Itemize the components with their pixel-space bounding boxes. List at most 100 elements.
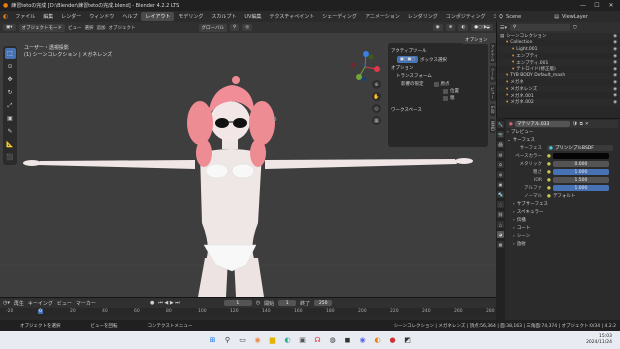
grid-icon[interactable]: ▦: [372, 116, 381, 125]
menu-timeline-view[interactable]: ビュー: [57, 300, 72, 307]
minimize-button[interactable]: —: [576, 2, 590, 9]
task-view-icon[interactable]: ▭: [237, 335, 248, 346]
menu-view[interactable]: ビュー: [68, 25, 82, 31]
move-tool-icon[interactable]: ✥: [5, 74, 16, 85]
outliner-item[interactable]: ▾ TYB BODY Default_mash ◉: [497, 72, 620, 80]
subsection-header[interactable]: › サブサーフェス: [507, 200, 618, 208]
fake-user-icon[interactable]: 🛡: [572, 122, 578, 127]
subsection-header[interactable]: › 伝播: [507, 216, 618, 224]
subsection-header[interactable]: › スペキュラー: [507, 208, 618, 216]
visibility-eye-icon[interactable]: ◉: [613, 93, 617, 98]
active-tool-header[interactable]: アクティブツール: [391, 48, 485, 54]
app-icon[interactable]: ◍: [327, 335, 338, 346]
visibility-eye-icon[interactable]: ◉: [613, 80, 617, 85]
socket-dot-icon[interactable]: ●: [547, 154, 551, 159]
start-frame-field[interactable]: 1: [278, 300, 297, 306]
socket-dot-icon[interactable]: ●: [547, 170, 551, 175]
annotate-tool-icon[interactable]: ✎: [5, 126, 16, 137]
pan-hand-icon[interactable]: ✋: [372, 92, 381, 101]
timeline-ruler[interactable]: -20 0 20 40 60 80 100 120 140 160 180 200 220 240 260 2…: [0, 308, 496, 316]
end-frame-field[interactable]: 250: [314, 300, 333, 306]
workspace-tab-layout[interactable]: レイアウト: [141, 12, 175, 21]
workspace-tab-texture-paint[interactable]: テクスチャペイント: [265, 12, 318, 21]
menu-playback[interactable]: 再生: [14, 300, 24, 307]
visibility-eye-icon[interactable]: ◉: [613, 54, 617, 59]
data-props-icon[interactable]: △: [497, 221, 504, 228]
origins-checkbox[interactable]: [433, 81, 439, 87]
copy-material-icon[interactable]: ⧉: [580, 121, 583, 127]
base-color-swatch[interactable]: [552, 153, 609, 159]
material-props-icon[interactable]: ◕: [497, 231, 504, 238]
cursor-tool-icon[interactable]: ⊙: [5, 61, 16, 72]
outliner-item[interactable]: ▾ Light.001 ◉: [497, 46, 620, 53]
system-tray[interactable]: 15:03 2024/11/24: [586, 334, 612, 346]
filter-icon[interactable]: ⛉: [573, 25, 577, 31]
workspace-tab-animation[interactable]: アニメーション: [361, 12, 404, 21]
transform-orientation-select[interactable]: グローバル: [198, 23, 227, 32]
store-icon[interactable]: ▣: [297, 335, 308, 346]
start-menu-icon[interactable]: ⊞: [207, 335, 218, 346]
transform-header[interactable]: トランスフォーム: [391, 73, 485, 79]
transform-tool-icon[interactable]: ▣: [5, 113, 16, 124]
close-button[interactable]: ✕: [604, 2, 618, 9]
visibility-eye-icon[interactable]: ◉: [613, 60, 617, 65]
parents-checkbox[interactable]: [443, 95, 448, 101]
outliner-item[interactable]: ▾ メガネレンズ ◉: [497, 85, 620, 93]
shader-input-field[interactable]: 1.000: [552, 185, 609, 191]
tab-item[interactable]: アイテム: [489, 43, 496, 63]
subsection-header[interactable]: › コート: [507, 224, 618, 232]
workspace-tab-compositing[interactable]: コンポジティング: [442, 12, 490, 21]
discord-icon[interactable]: ◉: [357, 335, 368, 346]
workspace-tab-sculpt[interactable]: スカルプト: [207, 12, 240, 21]
record-icon[interactable]: ●: [150, 300, 154, 306]
shading-mode-icon[interactable]: ●○◑◒: [471, 24, 493, 31]
subsection-header[interactable]: › 放射: [507, 240, 618, 248]
workspace-tab-shading[interactable]: シェーディング: [318, 12, 361, 21]
select-mode-icons[interactable]: ◼◻◼◻: [397, 56, 418, 63]
surface-shader-select[interactable]: ● プリンシプルBSDF: [547, 145, 613, 151]
outliner-editor-icon[interactable]: ☰▾: [500, 25, 507, 31]
scene-props-icon[interactable]: ⛭: [497, 161, 504, 168]
search-icon[interactable]: ⚲: [222, 335, 233, 346]
rotate-tool-icon[interactable]: ↻: [5, 87, 16, 98]
game-icon[interactable]: ●: [387, 335, 398, 346]
tool-props-icon[interactable]: 🔧: [497, 121, 504, 128]
overlay-toggle-icon[interactable]: ◐: [458, 24, 469, 31]
outliner-item[interactable]: ▾ エンプティ.001 ◉: [497, 59, 620, 66]
select-box-tool-icon[interactable]: ⬚: [4, 48, 16, 59]
outliner-item[interactable]: ▤ シーンコレクション ◉: [497, 33, 620, 40]
mode-select[interactable]: オブジェクトモード: [18, 23, 66, 32]
tab-mmd[interactable]: MMD: [490, 118, 495, 133]
playback-controls[interactable]: ⏮ ◀ ▶ ⏭: [158, 300, 179, 306]
tab-tool[interactable]: ツール: [489, 66, 496, 82]
proportional-edit-icon[interactable]: ◎: [242, 24, 253, 31]
editor-type-button[interactable]: ▣▾: [3, 24, 16, 31]
chrome-icon[interactable]: ◉: [252, 335, 263, 346]
misc-app-icon[interactable]: ◩: [402, 335, 413, 346]
outliner-search-input[interactable]: ⚲: [510, 24, 570, 31]
blender-taskbar-icon[interactable]: ◐: [372, 335, 383, 346]
vrchat-icon[interactable]: ◼: [342, 335, 353, 346]
menu-render[interactable]: レンダー: [57, 13, 85, 20]
edge-icon[interactable]: ◐: [282, 335, 293, 346]
add-cube-tool-icon[interactable]: ⬛: [5, 152, 16, 163]
constraint-props-icon[interactable]: ⛓: [497, 211, 504, 218]
blender-menu-icon[interactable]: ◐: [3, 13, 8, 20]
socket-dot-icon[interactable]: ●: [547, 194, 551, 199]
menu-add[interactable]: 追加: [97, 25, 106, 31]
physics-props-icon[interactable]: ◌: [497, 201, 504, 208]
visibility-icon[interactable]: ◉: [432, 24, 443, 31]
visibility-eye-icon[interactable]: ◉: [613, 34, 617, 39]
material-name-field[interactable]: マテリアル.033: [514, 121, 570, 127]
workspace-tab-rendering[interactable]: レンダリング: [404, 12, 442, 21]
subsection-header[interactable]: › シーン: [507, 232, 618, 240]
timeline-editor-icon[interactable]: ◷▾: [3, 300, 10, 306]
visibility-eye-icon[interactable]: ◉: [613, 73, 617, 78]
modifier-props-icon[interactable]: 🔩: [497, 191, 504, 198]
menu-file[interactable]: ファイル: [11, 13, 39, 20]
socket-dot-icon[interactable]: ●: [547, 162, 551, 167]
shader-input-field[interactable]: 1.000: [552, 169, 609, 175]
menu-edit[interactable]: 編集: [39, 13, 57, 20]
clock-icon[interactable]: ◷: [256, 300, 260, 306]
render-props-icon[interactable]: 📷: [497, 131, 504, 138]
